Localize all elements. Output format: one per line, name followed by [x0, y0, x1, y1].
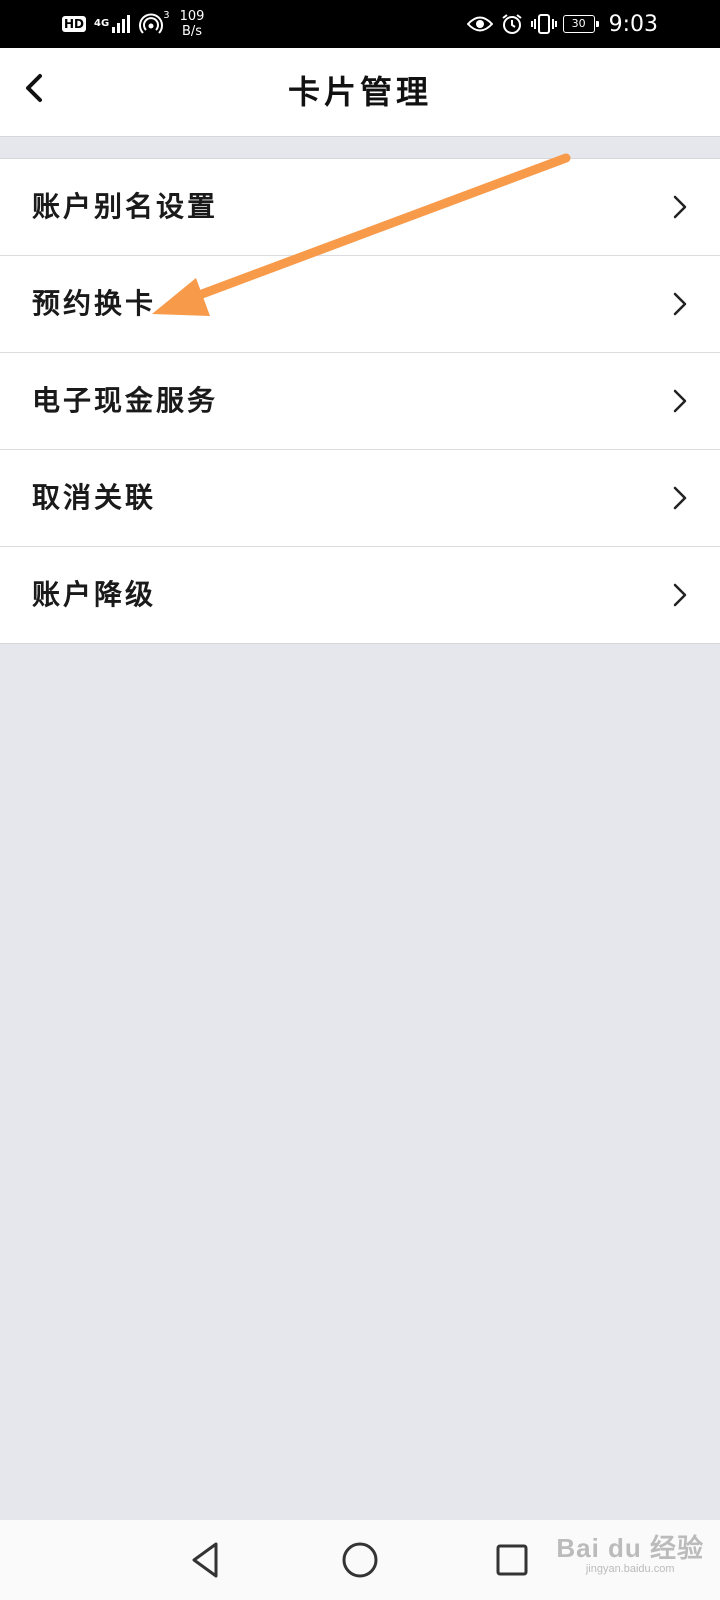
chevron-right-icon [673, 583, 687, 607]
chevron-right-icon [673, 195, 687, 219]
hotspot-count: 3 [163, 10, 170, 21]
square-recents-icon [496, 1544, 528, 1576]
menu-item-account-downgrade[interactable]: 账户降级 [0, 547, 720, 643]
menu-item-label: 账户降级 [32, 578, 157, 611]
speed-value: 109 [179, 9, 205, 24]
circle-home-icon [342, 1542, 378, 1578]
battery-indicator: 30 [562, 15, 599, 33]
status-bar: HD 4G 3 109 B/s 30 9:03 [0, 0, 720, 48]
menu-item-label: 预约换卡 [32, 287, 157, 320]
page-title: 卡片管理 [287, 73, 432, 111]
baidu-watermark: Bai du 经验 jingyan.baidu.com [556, 1528, 704, 1575]
chevron-right-icon [673, 486, 687, 510]
system-navigation-bar: Bai du 经验 jingyan.baidu.com [0, 1520, 720, 1600]
app-header: 卡片管理 [0, 48, 720, 137]
chevron-right-icon [673, 292, 687, 316]
nav-recents-button[interactable] [490, 1538, 534, 1582]
chevron-right-icon [673, 389, 687, 413]
triangle-back-icon [192, 1542, 218, 1578]
menu-item-unlink[interactable]: 取消关联 [0, 450, 720, 547]
menu-item-label: 取消关联 [32, 481, 157, 514]
menu-item-label: 电子现金服务 [32, 384, 219, 417]
nav-home-button[interactable] [338, 1538, 382, 1582]
card-management-menu: 账户别名设置 预约换卡 电子现金服务 取消关联 账户降级 [0, 158, 720, 644]
nav-back-button[interactable] [184, 1538, 228, 1582]
hd-badge: HD [62, 16, 87, 32]
hotspot-icon [139, 13, 164, 34]
watermark-main: Bai du 经验 [556, 1533, 704, 1563]
status-bar-left: HD 4G 3 109 B/s [62, 8, 204, 40]
network-type: 4G [94, 18, 110, 29]
eye-comfort-icon [466, 16, 493, 32]
menu-item-card-replacement[interactable]: 预约换卡 [0, 256, 720, 353]
menu-item-label: 账户别名设置 [32, 190, 219, 223]
status-bar-right: 30 9:03 [466, 8, 658, 40]
menu-item-e-cash[interactable]: 电子现金服务 [0, 353, 720, 450]
speed-unit: B/s [181, 24, 203, 39]
signal-icon [112, 15, 131, 33]
menu-item-account-alias[interactable]: 账户别名设置 [0, 159, 720, 256]
vibrate-icon [530, 14, 557, 34]
status-time: 9:03 [608, 11, 658, 37]
network-speed: 109 B/s [180, 9, 205, 39]
alarm-icon [501, 14, 522, 34]
